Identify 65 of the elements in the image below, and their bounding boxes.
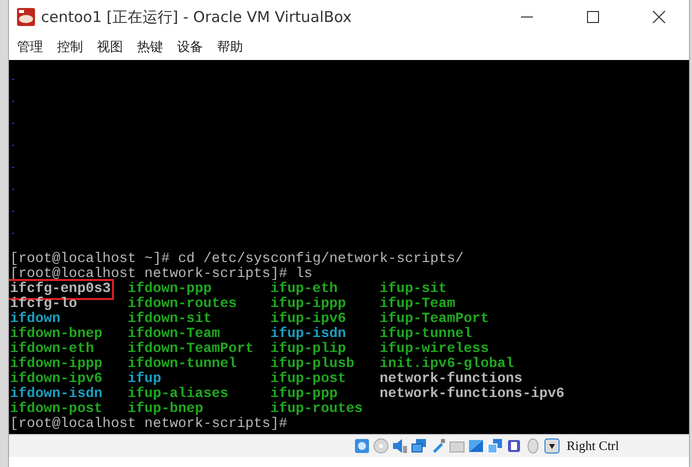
- file-name: ifdown-isdn: [10, 387, 102, 402]
- menu-item[interactable]: 控制: [57, 38, 83, 56]
- file-name: ifdown-post: [10, 402, 102, 417]
- margin-mark: -: [10, 208, 16, 218]
- margin-mark: -: [10, 186, 16, 196]
- file-name: ifup-ipv6: [270, 312, 346, 327]
- file-name: ifdown-TeamPort: [128, 342, 254, 357]
- file-name: ifcfg-enp0s3: [10, 282, 111, 297]
- margin-mark: -: [10, 230, 16, 240]
- file-name: ifup-bnep: [128, 402, 204, 417]
- close-icon: [652, 10, 666, 24]
- file-name: ifup: [128, 372, 162, 387]
- file-name: ifup-plip: [270, 342, 346, 357]
- console-line: [root@localhost network-scripts]# ls: [10, 267, 312, 282]
- file-name: ifup-Team: [380, 297, 456, 312]
- file-name: ifdown-bnep: [10, 327, 102, 342]
- file-name: network-functions: [380, 372, 522, 387]
- file-name: ifdown-Team: [128, 327, 220, 342]
- display-icon[interactable]: [468, 438, 484, 454]
- menu-item[interactable]: 视图: [97, 38, 123, 56]
- menu-item[interactable]: 管理: [17, 38, 43, 56]
- file-name: ifup-eth: [270, 282, 338, 297]
- minimize-icon: [520, 16, 534, 18]
- console-prompt: [root@localhost network-scripts]#: [10, 417, 288, 432]
- file-name: ifup-routes: [270, 402, 363, 417]
- file-name: ifup-aliases: [128, 387, 228, 402]
- menu-item[interactable]: 帮助: [217, 38, 243, 56]
- file-name: ifup-isdn: [270, 327, 346, 342]
- network-icon[interactable]: [410, 438, 427, 454]
- arrow-down-icon[interactable]: [544, 438, 560, 454]
- file-name: ifup-post: [270, 372, 346, 387]
- file-name: ifdown-eth: [10, 342, 94, 357]
- file-name: ifup-tunnel: [380, 327, 472, 342]
- file-name: ifup-sit: [380, 282, 447, 297]
- margin-mark: -: [10, 98, 16, 108]
- file-name: network-functions-ipv6: [380, 387, 564, 402]
- file-name: ifcfg-lo: [10, 297, 78, 312]
- windows-icon[interactable]: [486, 438, 503, 454]
- margin-mark: -: [10, 164, 16, 174]
- maximize-icon: [586, 10, 600, 24]
- margin-mark: -: [10, 76, 16, 86]
- file-name: init.ipv6-global: [380, 357, 514, 372]
- speaker-icon[interactable]: [392, 438, 408, 454]
- disc-icon[interactable]: [372, 438, 389, 454]
- file-name: ifdown-ipv6: [10, 372, 102, 387]
- file-name: ifdown: [10, 312, 60, 327]
- chip-icon[interactable]: [506, 438, 522, 454]
- file-name: ifup-TeamPort: [380, 312, 489, 327]
- menu-item[interactable]: 设备: [177, 38, 203, 56]
- file-name: ifup-ppp: [270, 387, 338, 402]
- file-name: ifdown-sit: [128, 312, 212, 327]
- file-name: ifup-plusb: [270, 357, 354, 372]
- file-name: ifdown-ippp: [10, 357, 102, 372]
- file-name: ifdown-ppp: [128, 282, 212, 297]
- window-title: centoo1 [正在运行] - Oracle VM VirtualBox: [41, 8, 353, 26]
- margin-mark: -: [10, 142, 16, 152]
- file-name: ifup-wireless: [380, 342, 489, 357]
- file-name: ifdown-routes: [128, 297, 237, 312]
- app-icon: [17, 8, 35, 26]
- menu-item[interactable]: 热键: [137, 38, 163, 56]
- file-name: ifdown-tunnel: [128, 357, 237, 372]
- file-name: ifup-ippp: [270, 297, 346, 312]
- margin-mark: -: [10, 120, 16, 130]
- console-line: [root@localhost ~]# cd /etc/sysconfig/network-scripts/: [10, 252, 465, 267]
- host-key-label: Right Ctrl: [566, 438, 619, 454]
